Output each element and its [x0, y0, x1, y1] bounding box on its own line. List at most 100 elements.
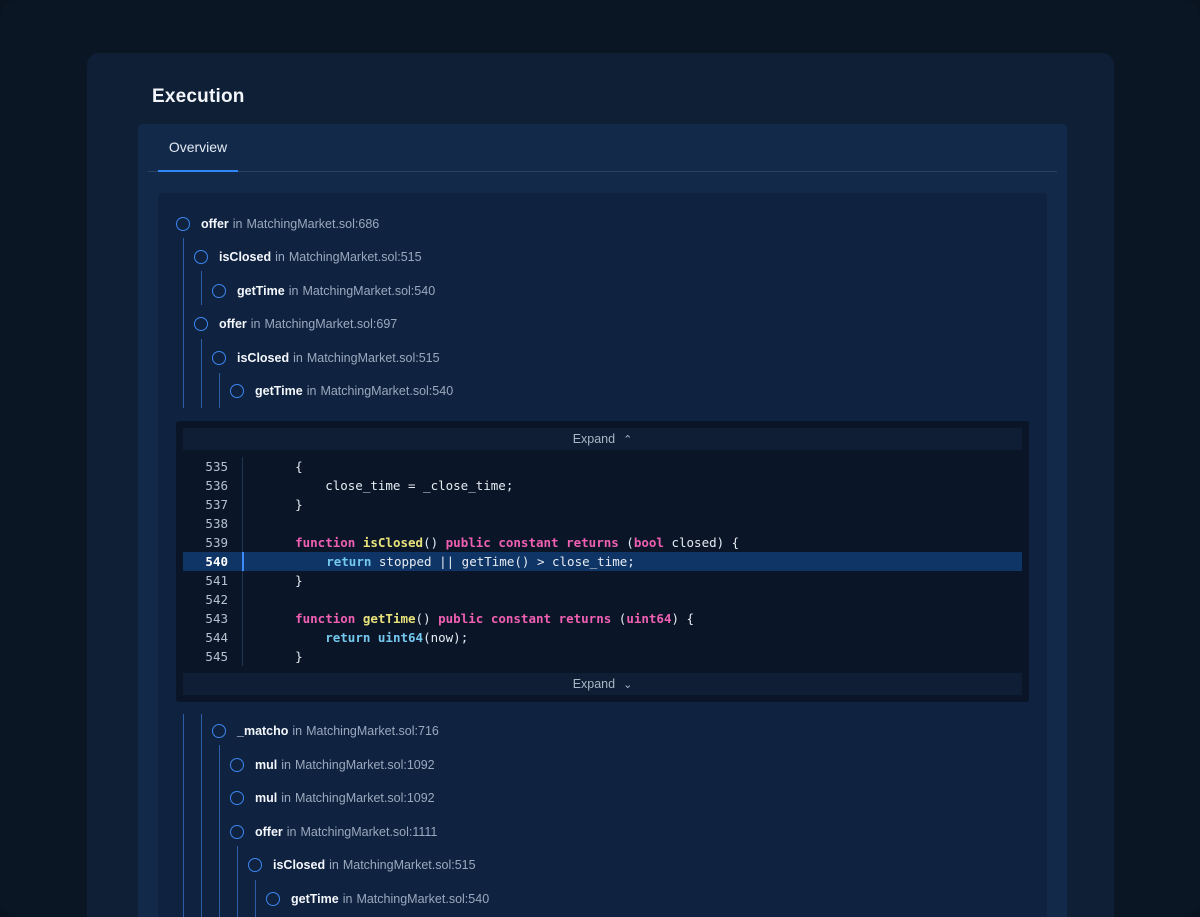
trace-location: MatchingMarket.sol:540	[356, 892, 490, 906]
circle-icon	[266, 892, 280, 906]
code-lines: 535 { 536 close_time = _close_time; 537 …	[183, 457, 1022, 666]
trace-function: mul	[255, 791, 278, 805]
trace-guide-line	[201, 339, 202, 408]
chevron-double-down-icon: ⌄	[623, 678, 633, 691]
line-number: 538	[205, 516, 228, 531]
code-line: 541 }	[183, 571, 1022, 590]
expand-down-button[interactable]: Expand ⌄	[183, 673, 1022, 695]
code-line: 538	[183, 514, 1022, 533]
trace-function: getTime	[291, 892, 339, 906]
code-line: 537 }	[183, 495, 1022, 514]
trace-node[interactable]: offer in MatchingMarket.sol:1111	[230, 822, 437, 842]
trace-function: isClosed	[237, 351, 290, 365]
circle-icon	[212, 351, 226, 365]
trace-location: MatchingMarket.sol:515	[342, 858, 476, 872]
expand-up-button[interactable]: Expand ⌃	[183, 428, 1022, 450]
trace-node[interactable]: _matcho in MatchingMarket.sol:716	[212, 721, 439, 741]
trace-node[interactable]: isClosed in MatchingMarket.sol:515	[212, 348, 440, 368]
line-number: 540	[205, 554, 228, 569]
line-text: return stopped || getTime() > close_time…	[326, 554, 635, 569]
circle-icon	[212, 284, 226, 298]
line-number: 537	[205, 497, 228, 512]
expand-label: Expand	[572, 677, 616, 691]
line-text: function isClosed() public constant retu…	[295, 535, 740, 550]
trace-node[interactable]: offer in MatchingMarket.sol:686	[176, 214, 379, 234]
line-text: function getTime() public constant retur…	[295, 611, 695, 626]
trace-node[interactable]: getTime in MatchingMarket.sol:540	[266, 889, 489, 909]
line-number: 535	[205, 459, 228, 474]
trace-location: MatchingMarket.sol:515	[288, 250, 422, 264]
trace-node[interactable]: isClosed in MatchingMarket.sol:515	[194, 247, 422, 267]
line-number: 541	[205, 573, 228, 588]
trace-node[interactable]: isClosed in MatchingMarket.sol:515	[248, 855, 476, 875]
circle-icon	[230, 384, 244, 398]
trace-function: offer	[219, 317, 247, 331]
trace-guide-line	[219, 745, 220, 917]
trace-in-label: in	[250, 317, 261, 331]
trace-location: MatchingMarket.sol:515	[306, 351, 440, 365]
line-number: 539	[205, 535, 228, 550]
code-line: 536 close_time = _close_time;	[183, 476, 1022, 495]
trace-location: MatchingMarket.sol:1092	[294, 791, 435, 805]
trace-guide-line	[237, 846, 238, 917]
trace-node[interactable]: mul in MatchingMarket.sol:1092	[230, 755, 435, 775]
trace-in-label: in	[281, 791, 291, 805]
line-text: close_time = _close_time;	[265, 478, 514, 493]
trace-node[interactable]: offer in MatchingMarket.sol:697	[194, 314, 397, 334]
circle-icon	[230, 791, 244, 805]
trace-node[interactable]: mul in MatchingMarket.sol:1092	[230, 788, 435, 808]
trace-guide-line	[255, 880, 256, 917]
trace-in-label: in	[286, 825, 297, 839]
trace-guide-line	[201, 271, 202, 305]
trace-function: offer	[201, 217, 229, 231]
trace-function: isClosed	[273, 858, 326, 872]
trace-location: MatchingMarket.sol:1092	[294, 758, 435, 772]
line-text	[243, 514, 265, 533]
trace-function: mul	[255, 758, 278, 772]
line-number: 543	[205, 611, 228, 626]
circle-icon	[176, 217, 190, 231]
tab-bar: Overview	[148, 124, 1057, 172]
trace-function: isClosed	[219, 250, 272, 264]
trace-in-label: in	[329, 858, 339, 872]
trace-location: MatchingMarket.sol:1111	[300, 825, 438, 839]
line-text: }	[265, 649, 303, 664]
trace-function: _matcho	[237, 724, 289, 738]
trace-location: MatchingMarket.sol:716	[306, 724, 439, 738]
trace-in-label: in	[288, 284, 299, 298]
trace-location: MatchingMarket.sol:540	[302, 284, 436, 298]
trace-guide-line	[201, 714, 202, 917]
line-text	[243, 590, 265, 609]
code-line: 542	[183, 590, 1022, 609]
line-number: 544	[205, 630, 228, 645]
code-line: 539 function isClosed() public constant …	[183, 533, 1022, 552]
line-text: }	[265, 573, 303, 588]
line-number: 545	[205, 649, 228, 664]
trace-function: offer	[255, 825, 283, 839]
code-line: 543 function getTime() public constant r…	[183, 609, 1022, 628]
line-number: 536	[205, 478, 228, 493]
circle-icon	[194, 317, 208, 331]
trace-function: getTime	[237, 284, 285, 298]
app-frame: Execution Overview offer in MatchingMark…	[0, 0, 1200, 917]
line-text: }	[265, 497, 303, 512]
code-line: 535 {	[183, 457, 1022, 476]
trace-in-label: in	[306, 384, 317, 398]
trace-in-label: in	[275, 250, 285, 264]
trace-in-label: in	[232, 217, 243, 231]
trace-in-label: in	[293, 351, 303, 365]
trace-node[interactable]: getTime in MatchingMarket.sol:540	[230, 381, 453, 401]
trace-node[interactable]: getTime in MatchingMarket.sol:540	[212, 281, 435, 301]
circle-icon	[230, 825, 244, 839]
tab-overview[interactable]: Overview	[158, 124, 238, 172]
code-line-active: 540 return stopped || getTime() > close_…	[183, 552, 1022, 571]
line-text: {	[265, 459, 303, 474]
source-code-viewer: Expand ⌃ 535 { 536 close_time = _close_t…	[176, 421, 1029, 702]
circle-icon	[194, 250, 208, 264]
trace-in-label: in	[342, 892, 353, 906]
trace-in-label: in	[292, 724, 303, 738]
circle-icon	[230, 758, 244, 772]
page-title: Execution	[152, 86, 245, 107]
circle-icon	[212, 724, 226, 738]
trace-in-label: in	[281, 758, 291, 772]
